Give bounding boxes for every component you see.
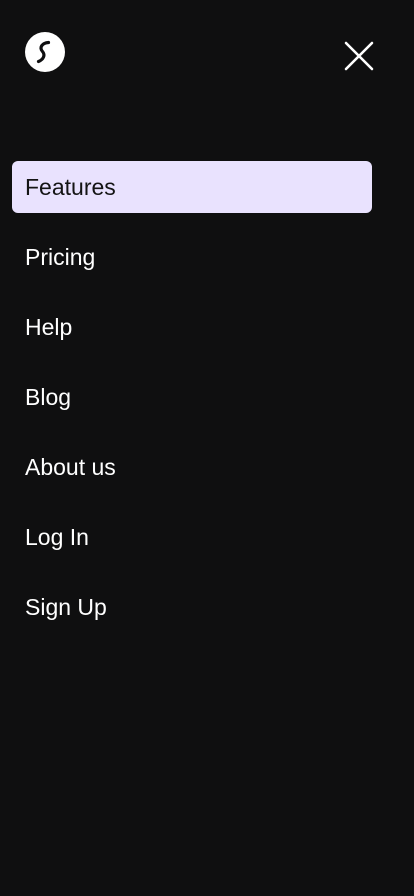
logo-glyph: [36, 40, 51, 64]
nav-item-label: Sign Up: [25, 593, 107, 620]
nav-item-pricing[interactable]: Pricing: [12, 231, 372, 283]
mobile-nav-screen: Features Pricing Help Blog About us Log …: [0, 0, 414, 896]
nav-item-label: Log In: [25, 523, 89, 550]
nav-item-label: Features: [25, 173, 116, 200]
nav-item-log-in[interactable]: Log In: [12, 511, 372, 563]
close-icon: [344, 41, 374, 71]
nav-item-label: Pricing: [25, 243, 96, 270]
nav-item-sign-up[interactable]: Sign Up: [12, 581, 372, 633]
nav-item-features[interactable]: Features: [12, 161, 372, 213]
nav-item-help[interactable]: Help: [12, 301, 372, 353]
nav-item-label: Blog: [25, 383, 72, 410]
nav-item-blog[interactable]: Blog: [12, 371, 372, 423]
brand-logo-icon[interactable]: [25, 32, 65, 72]
nav-item-label: About us: [25, 453, 116, 480]
close-menu-button[interactable]: [339, 36, 379, 76]
nav-item-label: Help: [25, 313, 73, 340]
nav-item-about-us[interactable]: About us: [12, 441, 372, 493]
nav-menu: Features Pricing Help Blog About us Log …: [12, 161, 372, 651]
